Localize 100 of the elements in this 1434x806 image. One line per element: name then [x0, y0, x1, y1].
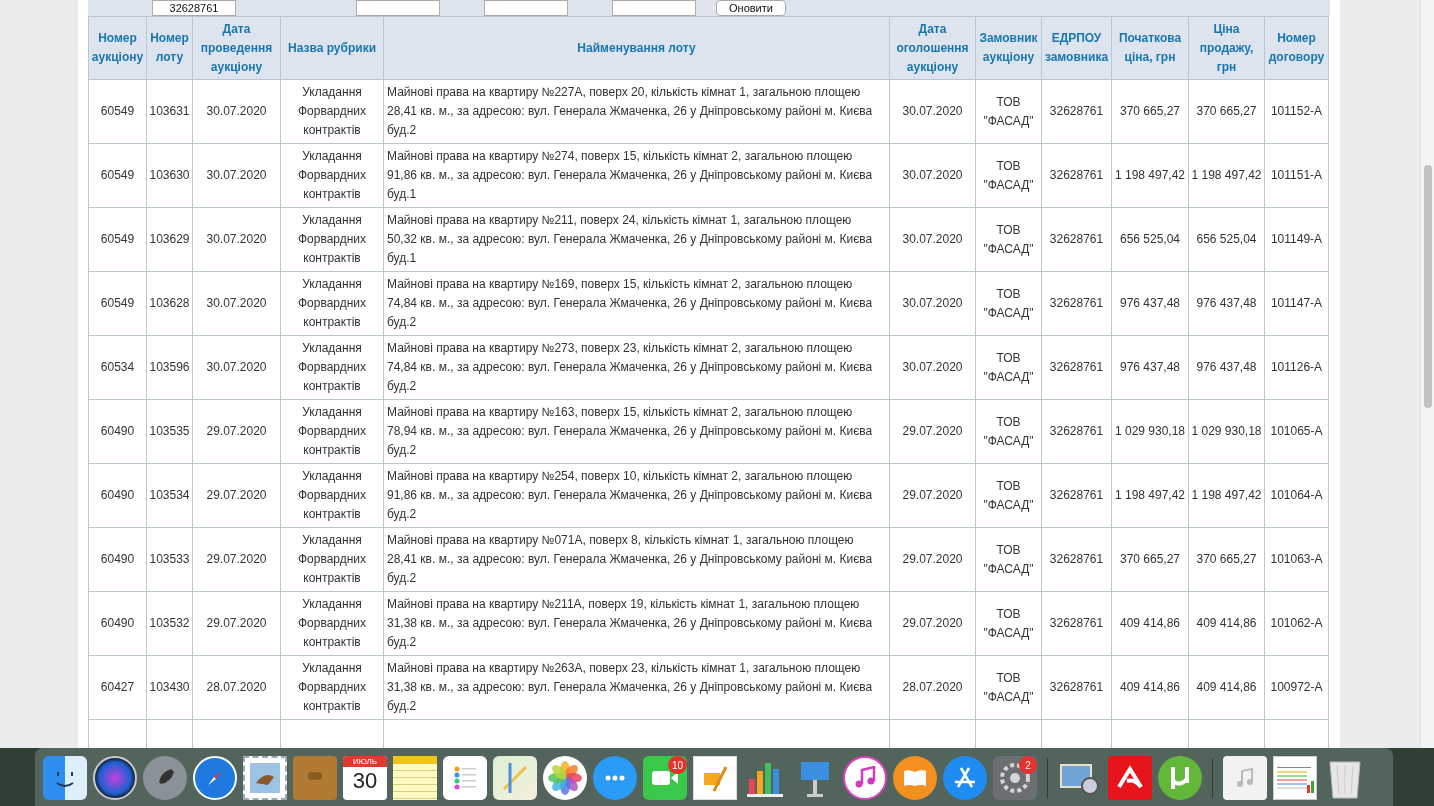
table-cell: 409 414,86 — [1188, 591, 1265, 656]
table-cell: 30.07.2020 — [889, 335, 976, 400]
table-cell: Укладання Форвардних контрактів — [280, 335, 384, 400]
table-cell: 29.07.2020 — [889, 399, 976, 464]
table-cell: 370 665,27 — [1111, 527, 1189, 592]
table-cell: Майнові права на квартиру №071А, поверх 8, кількість кімнат 1, загальною площею 28,41 кв. м., за адресою: вул. Генерала Жмаченка, 26 у Дніпровському районі м. Києва буд.2 — [383, 527, 890, 592]
table-cell: 103535 — [146, 399, 193, 464]
table-cell: Майнові права на квартиру №273, поверх 23, кількість кімнат 2, загальною площею 74,84 кв. м., за адресою: вул. Генерала Жмаченка, 26 у Дніпровському районі м. Києва буд.2 — [383, 335, 890, 400]
table-cell: 103628 — [146, 271, 193, 336]
table-cell: 976 437,48 — [1111, 335, 1189, 400]
table-cell: Майнові права на квартиру №211А, поверх 19, кількість кімнат 1, загальною площею 31,38 кв. м., за адресою: вул. Генерала Жмаченка, 26 у Дніпровському районі м. Києва буд.2 — [383, 591, 890, 656]
table-cell: 101126-А — [1264, 335, 1329, 400]
table-cell: 101152-А — [1264, 79, 1329, 144]
table-cell: 60490 — [88, 591, 147, 656]
table-cell: 101151-А — [1264, 143, 1329, 208]
table-cell: ТОВ "ФАСАД" — [975, 527, 1042, 592]
calendar-day: 30 — [352, 767, 378, 795]
table-cell: Укладання Форвардних контрактів — [280, 591, 384, 656]
table-cell: ТОВ "ФАСАД" — [975, 655, 1042, 720]
table-cell: Майнові права на квартиру №274, поверх 15, кількість кімнат 2, загальною площею 91,86 кв. м., за адресою: вул. Генерала Жмаченка, 26 у Дніпровському районі м. Києва буд.1 — [383, 143, 890, 208]
siri-icon[interactable] — [93, 756, 137, 800]
table-cell: Майнові права на квартиру №169, поверх 15, кількість кімнат 2, загальною площею 74,84 кв. м., за адресою: вул. Генерала Жмаченка, 26 у Дніпровському районі м. Києва буд.2 — [383, 271, 890, 336]
table-cell: 656 525,04 — [1111, 207, 1189, 272]
column-header: Назва рубрики — [280, 16, 384, 80]
open-book-icon[interactable] — [893, 756, 937, 800]
scrollbar-thumb[interactable] — [1424, 165, 1432, 408]
table-cell: Майнові права на квартиру №163, поверх 15, кількість кімнат 2, загальною площею 78,94 кв. м., за адресою: вул. Генерала Жмаченка, 26 у Дніпровському районі м. Києва буд.2 — [383, 399, 890, 464]
date-from-field[interactable] — [484, 0, 568, 16]
table-cell: Майнові права на квартиру №227А, поверх 20, кількість кімнат 1, загальною площею 28,41 кв. м., за адресою: вул. Генерала Жмаченка, 26 у Дніпровському районі м. Києва буд.2 — [383, 79, 890, 144]
table-cell: 370 665,27 — [1111, 79, 1189, 144]
video-camera-icon[interactable]: 10 — [643, 756, 687, 800]
table-cell: 32628761 — [1041, 527, 1112, 592]
table-cell: 30.07.2020 — [192, 271, 281, 336]
table-cell: Укладання Форвардних контрактів — [280, 399, 384, 464]
column-header: Номер аукціону — [88, 16, 147, 80]
finder-icon[interactable] — [43, 756, 87, 800]
table-cell: 409 414,86 — [1111, 591, 1189, 656]
table-cell: 370 665,27 — [1188, 527, 1265, 592]
table-cell: 976 437,48 — [1188, 271, 1265, 336]
compass-icon[interactable] — [193, 756, 237, 800]
table-cell: 30.07.2020 — [889, 207, 976, 272]
table-cell: Укладання Форвардних контрактів — [280, 463, 384, 528]
table-cell: 32628761 — [1041, 335, 1112, 400]
table-cell: 60549 — [88, 143, 147, 208]
chat-bubble-icon[interactable] — [593, 756, 637, 800]
contract-number-field[interactable] — [356, 0, 440, 16]
table-cell: 370 665,27 — [1188, 79, 1265, 144]
column-header: Номер договору — [1264, 16, 1329, 80]
table-cell: 101065-А — [1264, 399, 1329, 464]
table-cell: 30.07.2020 — [192, 143, 281, 208]
refresh-button[interactable]: Оновити — [716, 0, 786, 16]
column-header: Замовник аукціону — [975, 16, 1042, 80]
table-cell: 29.07.2020 — [889, 527, 976, 592]
table-cell: 32628761 — [1041, 271, 1112, 336]
table-cell: 103630 — [146, 143, 193, 208]
table-cell: Укладання Форвардних контрактів — [280, 655, 384, 720]
column-header: Дата проведення аукціону — [192, 16, 281, 80]
table-cell: 29.07.2020 — [192, 527, 281, 592]
table-cell: ТОВ "ФАСАД" — [975, 399, 1042, 464]
table-cell: 103533 — [146, 527, 193, 592]
table-cell: 32628761 — [1041, 399, 1112, 464]
table-cell: 101063-А — [1264, 527, 1329, 592]
table-cell: 29.07.2020 — [192, 463, 281, 528]
checklist-icon[interactable] — [443, 756, 487, 800]
table-cell: 103631 — [146, 79, 193, 144]
table-cell: 101147-А — [1264, 271, 1329, 336]
table-cell: Майнові права на квартиру №263А, поверх 23, кількість кімнат 1, загальною площею 31,38 кв. м., за адресою: вул. Генерала Жмаченка, 26 у Дніпровському районі м. Києва буд.2 — [383, 655, 890, 720]
table-cell: 29.07.2020 — [192, 591, 281, 656]
table-cell: 32628761 — [1041, 207, 1112, 272]
music-note-icon[interactable] — [843, 756, 887, 800]
table-cell: 1 198 497,42 — [1111, 463, 1189, 528]
pinwheel-icon[interactable] — [543, 756, 587, 800]
table-cell: 101064-А — [1264, 463, 1329, 528]
table-cell: 29.07.2020 — [192, 399, 281, 464]
table-cell: Укладання Форвардних контрактів — [280, 143, 384, 208]
table-cell: 60549 — [88, 207, 147, 272]
edrpou-field[interactable]: 32628761 — [152, 0, 236, 16]
table-cell: 32628761 — [1041, 143, 1112, 208]
document-pen-icon[interactable] — [693, 756, 737, 800]
table-cell: 28.07.2020 — [889, 655, 976, 720]
table-cell: 30.07.2020 — [889, 271, 976, 336]
calendar-icon[interactable]: ИЮЛЬ 30 — [343, 756, 387, 800]
table-cell: 30.07.2020 — [192, 335, 281, 400]
table-cell: 32628761 — [1041, 79, 1112, 144]
table-cell: 60549 — [88, 79, 147, 144]
video-camera-glyph-icon — [651, 769, 679, 787]
app-store-icon[interactable] — [943, 756, 987, 800]
date-to-field[interactable] — [612, 0, 696, 16]
table-cell: 409 414,86 — [1188, 655, 1265, 720]
spreadsheet-thumbnail-icon[interactable] — [1273, 756, 1317, 800]
mu-letter-icon[interactable] — [1158, 756, 1202, 800]
column-header: Найменування лоту — [383, 16, 890, 80]
table-cell: ТОВ "ФАСАД" — [975, 143, 1042, 208]
table-cell: 32628761 — [1041, 655, 1112, 720]
table-cell: 60490 — [88, 463, 147, 528]
gear-icon[interactable]: 2 — [993, 756, 1037, 800]
table-cell: Майнові права на квартиру №211, поверх 24, кількість кімнат 1, загальною площею 50,32 кв. м., за адресою: вул. Генерала Жмаченка, 26 у Дніпровському районі м. Києва буд.1 — [383, 207, 890, 272]
column-header: ЕДРПОУ замовника — [1041, 16, 1112, 80]
table-cell: 1 029 930,18 — [1188, 399, 1265, 464]
table-cell: ТОВ "ФАСАД" — [975, 591, 1042, 656]
